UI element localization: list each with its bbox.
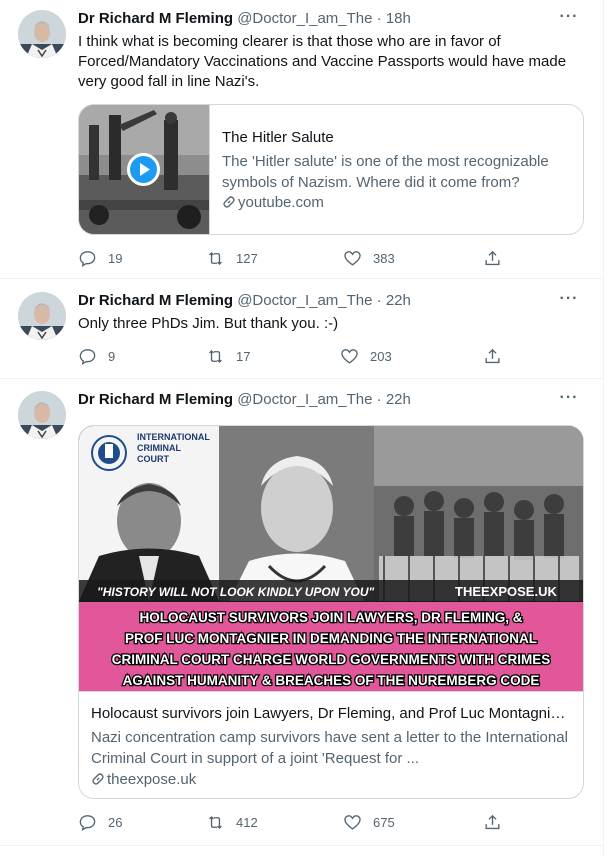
reply-icon bbox=[79, 250, 96, 267]
retweet-button[interactable]: 412 bbox=[206, 812, 258, 832]
avatar[interactable] bbox=[18, 10, 66, 58]
more-icon[interactable]: ··· bbox=[559, 9, 579, 30]
tweet-text: Only three PhDs Jim. But thank you. :-) bbox=[78, 315, 339, 332]
avatar[interactable] bbox=[18, 292, 66, 340]
card-title: The Hitler Salute bbox=[222, 129, 334, 146]
more-icon[interactable]: ··· bbox=[559, 291, 579, 312]
link-icon bbox=[92, 773, 104, 785]
tweet[interactable]: Dr Richard M Fleming @Doctor_I_am_The · … bbox=[0, 0, 603, 279]
like-button[interactable]: 675 bbox=[343, 812, 395, 832]
author-handle[interactable]: @Doctor_I_am_The bbox=[237, 391, 372, 408]
author-name[interactable]: Dr Richard M Fleming bbox=[78, 292, 233, 309]
reply-button[interactable]: 19 bbox=[78, 248, 122, 268]
share-icon bbox=[485, 348, 500, 363]
reply-button[interactable]: 26 bbox=[78, 812, 122, 832]
author-name[interactable]: Dr Richard M Fleming bbox=[78, 391, 233, 408]
like-count: 383 bbox=[373, 250, 395, 266]
retweet-icon bbox=[209, 815, 222, 829]
more-icon[interactable]: ··· bbox=[559, 390, 579, 411]
author-handle[interactable]: @Doctor_I_am_The bbox=[237, 292, 372, 309]
like-button[interactable]: 203 bbox=[340, 346, 392, 366]
image-headline-line4: AGAINST HUMANITY & BREACHES OF THE NUREM… bbox=[123, 673, 540, 688]
reply-icon bbox=[79, 814, 96, 831]
retweet-button[interactable]: 127 bbox=[206, 248, 258, 268]
tweet[interactable]: Dr Richard M Fleming @Doctor_I_am_The · … bbox=[0, 380, 603, 846]
card-description: Nazi concentration camp survivors have s… bbox=[91, 729, 568, 767]
reply-icon bbox=[79, 348, 96, 365]
link-card[interactable]: INTERNATIONAL CRIMINAL COURT "HISTORY WI… bbox=[78, 425, 584, 799]
image-headline-line3: CRIMINAL COURT CHARGE WORLD GOVERNMENTS … bbox=[112, 652, 551, 667]
link-card[interactable]: The Hitler Salute The 'Hitler salute' is… bbox=[78, 104, 584, 235]
heart-icon bbox=[344, 814, 361, 830]
card-image: INTERNATIONAL CRIMINAL COURT "HISTORY WI… bbox=[79, 426, 583, 691]
separator-dot: · bbox=[376, 391, 382, 408]
card-domain-text: theexpose.uk bbox=[107, 771, 197, 788]
avatar[interactable] bbox=[18, 391, 66, 439]
like-count: 203 bbox=[370, 348, 392, 364]
retweet-count: 17 bbox=[236, 348, 251, 364]
image-headline-line2: PROF LUC MONTAGNIER IN DEMANDING THE INT… bbox=[125, 631, 537, 646]
like-count: 675 bbox=[373, 814, 395, 830]
card-title: Holocaust survivors join Lawyers, Dr Fle… bbox=[91, 705, 573, 722]
tweet-header: Dr Richard M Fleming @Doctor_I_am_The · … bbox=[78, 291, 411, 311]
card-description: The 'Hitler salute' is one of the most r… bbox=[222, 153, 549, 191]
author-handle[interactable]: @Doctor_I_am_The bbox=[237, 10, 372, 27]
tweet-actions: 19 127 383 bbox=[78, 248, 518, 268]
retweet-icon bbox=[209, 349, 222, 363]
icc-logo-line3: COURT bbox=[137, 454, 169, 464]
retweet-icon bbox=[209, 251, 222, 265]
tweet-header: Dr Richard M Fleming @Doctor_I_am_The · … bbox=[78, 9, 411, 29]
reply-button[interactable]: 9 bbox=[78, 346, 115, 366]
share-icon bbox=[485, 250, 500, 265]
author-name[interactable]: Dr Richard M Fleming bbox=[78, 10, 233, 27]
tweet-time[interactable]: 22h bbox=[386, 391, 411, 408]
image-quote: "HISTORY WILL NOT LOOK KINDLY UPON YOU" bbox=[97, 585, 374, 599]
like-button[interactable]: 383 bbox=[343, 248, 395, 268]
icc-logo-line2: CRIMINAL bbox=[137, 443, 181, 453]
share-button[interactable] bbox=[483, 346, 502, 366]
card-domain: theexpose.uk bbox=[91, 771, 196, 788]
tweet-time[interactable]: 22h bbox=[386, 292, 411, 309]
link-icon bbox=[223, 196, 235, 208]
tweet-header: Dr Richard M Fleming @Doctor_I_am_The · … bbox=[78, 390, 411, 410]
play-icon[interactable] bbox=[127, 153, 160, 186]
tweet-actions: 26 412 675 bbox=[78, 812, 518, 832]
retweet-count: 127 bbox=[236, 250, 258, 266]
tweet-text: I think what is becoming clearer is that… bbox=[78, 33, 567, 90]
timeline: Dr Richard M Fleming @Doctor_I_am_The · … bbox=[0, 0, 604, 856]
icc-logo-line1: INTERNATIONAL bbox=[137, 432, 210, 442]
image-source-mark: THEEXPOSE.UK bbox=[455, 584, 557, 599]
share-button[interactable] bbox=[483, 248, 502, 268]
separator-dot: · bbox=[376, 292, 382, 309]
heart-icon bbox=[341, 348, 358, 364]
reply-count: 26 bbox=[108, 814, 123, 830]
card-domain-text: youtube.com bbox=[238, 194, 324, 211]
tweet-actions: 9 17 203 bbox=[78, 346, 518, 366]
heart-icon bbox=[344, 250, 361, 266]
card-domain: youtube.com bbox=[222, 194, 324, 211]
reply-count: 9 bbox=[108, 348, 116, 364]
share-icon bbox=[485, 814, 500, 829]
tweet[interactable]: Dr Richard M Fleming @Doctor_I_am_The · … bbox=[0, 280, 603, 379]
reply-count: 19 bbox=[108, 250, 123, 266]
retweet-button[interactable]: 17 bbox=[206, 346, 250, 366]
tweet-time[interactable]: 18h bbox=[386, 10, 411, 27]
separator-dot: · bbox=[376, 10, 382, 27]
image-headline-line1: HOLOCAUST SURVIVORS JOIN LAWYERS, DR FLE… bbox=[139, 610, 522, 625]
retweet-count: 412 bbox=[236, 814, 258, 830]
card-meta: Holocaust survivors join Lawyers, Dr Fle… bbox=[79, 691, 583, 798]
share-button[interactable] bbox=[483, 812, 502, 832]
